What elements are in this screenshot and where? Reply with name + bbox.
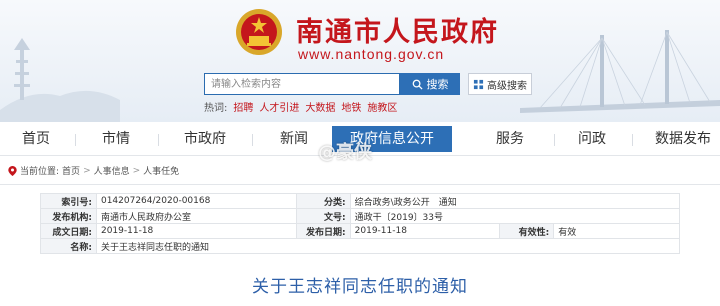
hot-word-link[interactable]: 大数据 bbox=[305, 99, 335, 114]
category-value: 综合政务\政务公开 通知 bbox=[349, 193, 681, 209]
location-pin-icon bbox=[8, 165, 17, 176]
hot-words-label: 热词: bbox=[204, 103, 228, 114]
name-label: 名称: bbox=[40, 238, 97, 254]
nav-item-inquiry[interactable]: 问政 bbox=[564, 122, 620, 156]
nav-divider bbox=[632, 134, 633, 146]
hot-words: 热词: 招聘 人才引进 大数据 地铁 施教区 bbox=[204, 99, 397, 114]
search-button-label: 搜索 bbox=[426, 79, 449, 91]
hot-word-link[interactable]: 招聘 bbox=[233, 99, 253, 114]
breadcrumb-personnel-info[interactable]: 人事信息 bbox=[94, 164, 130, 177]
table-row: 发布机构: 南通市人民政府办公室 文号: 通政干〔2019〕33号 bbox=[40, 208, 681, 224]
breadcrumb-separator: > bbox=[132, 165, 141, 176]
doc-no-label: 文号: bbox=[295, 208, 351, 224]
created-date-value: 2019-11-18 bbox=[95, 223, 297, 239]
hot-word-link[interactable]: 人才引进 bbox=[259, 99, 299, 114]
nav-divider bbox=[158, 134, 159, 146]
breadcrumb: 当前位置: 首页 > 人事信息 > 人事任免 bbox=[8, 164, 179, 177]
advanced-search-button[interactable]: 高级搜索 bbox=[468, 73, 532, 95]
search-input[interactable] bbox=[204, 73, 400, 95]
hot-word-link[interactable]: 地铁 bbox=[341, 99, 361, 114]
validity-value: 有效 bbox=[553, 223, 680, 239]
site-header: 南通市人民政府 www.nantong.gov.cn 搜索 高级搜索 热词: 招… bbox=[0, 0, 720, 122]
index-no-value: 014207264/2020-00168 bbox=[95, 193, 297, 209]
table-row: 成文日期: 2019-11-18 发布日期: 2019-11-18 有效性: 有… bbox=[40, 223, 680, 239]
index-no-label: 索引号: bbox=[40, 193, 97, 209]
breadcrumb-divider bbox=[0, 184, 720, 185]
published-date-value: 2019-11-18 bbox=[349, 223, 501, 239]
main-nav: 首页 市情 市政府 新闻 政府信息公开 服务 问政 数据发布 bbox=[0, 122, 720, 156]
national-emblem-icon bbox=[236, 9, 282, 55]
breadcrumb-home[interactable]: 首页 bbox=[62, 164, 80, 177]
nav-item-home[interactable]: 首页 bbox=[8, 122, 64, 156]
nav-divider bbox=[75, 134, 76, 146]
created-date-label: 成文日期: bbox=[40, 223, 97, 239]
nav-divider bbox=[252, 134, 253, 146]
nav-item-news[interactable]: 新闻 bbox=[266, 122, 322, 156]
nav-item-info-disclosure[interactable]: 政府信息公开 bbox=[332, 126, 452, 152]
breadcrumb-separator: > bbox=[83, 165, 91, 176]
breadcrumb-label: 当前位置: bbox=[20, 167, 60, 177]
advanced-search-label: 高级搜索 bbox=[487, 80, 527, 92]
doc-no-value: 通政干〔2019〕33号 bbox=[349, 208, 681, 224]
nav-item-service[interactable]: 服务 bbox=[482, 122, 538, 156]
search-icon bbox=[412, 79, 423, 90]
nav-item-city[interactable]: 市情 bbox=[88, 122, 144, 156]
article-title: 关于王志祥同志任职的通知 bbox=[252, 277, 468, 297]
table-row: 名称: 关于王志祥同志任职的通知 bbox=[40, 238, 681, 254]
published-date-label: 发布日期: bbox=[295, 223, 351, 239]
document-info-table: 索引号: 014207264/2020-00168 分类: 综合政务\政务公开 … bbox=[40, 193, 681, 254]
nav-item-government[interactable]: 市政府 bbox=[170, 122, 240, 156]
search-button[interactable]: 搜索 bbox=[400, 73, 460, 95]
name-value: 关于王志祥同志任职的通知 bbox=[95, 238, 681, 254]
publisher-label: 发布机构: bbox=[40, 208, 97, 224]
breadcrumb-appointments[interactable]: 人事任免 bbox=[143, 164, 179, 177]
nav-item-data-release[interactable]: 数据发布 bbox=[648, 122, 718, 156]
hot-word-link[interactable]: 施教区 bbox=[367, 99, 397, 114]
nav-divider bbox=[554, 134, 555, 146]
site-domain: www.nantong.gov.cn bbox=[298, 46, 445, 62]
publisher-value: 南通市人民政府办公室 bbox=[95, 208, 297, 224]
site-title[interactable]: 南通市人民政府 bbox=[296, 10, 499, 49]
advanced-search-icon bbox=[473, 79, 484, 89]
category-label: 分类: bbox=[295, 193, 351, 209]
table-row: 索引号: 014207264/2020-00168 分类: 综合政务\政务公开 … bbox=[40, 193, 681, 209]
validity-label: 有效性: bbox=[499, 223, 555, 239]
